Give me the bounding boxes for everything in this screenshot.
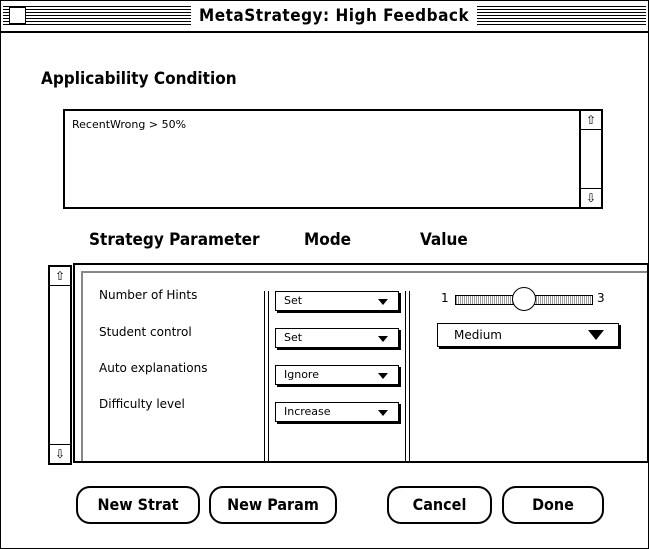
mode-value: Increase <box>284 405 331 418</box>
up-arrow-icon[interactable]: ⇧ <box>50 267 70 286</box>
param-label-number-of-hints: Number of Hints <box>99 288 198 302</box>
new-strat-button[interactable]: New Strat <box>76 486 200 524</box>
condition-scrollbar[interactable]: ⇧ ⇩ <box>579 109 603 209</box>
triangle-down-icon <box>588 330 604 340</box>
triangle-down-icon <box>378 299 388 305</box>
metastrategy-window: MetaStrategy: High Feedback Applicabilit… <box>0 0 649 549</box>
up-arrow-icon[interactable]: ⇧ <box>581 111 601 130</box>
parameter-panel: Number of Hints Student control Auto exp… <box>73 263 649 463</box>
down-arrow-icon[interactable]: ⇩ <box>581 188 601 207</box>
slider-max-label: 3 <box>597 291 605 305</box>
mode-value: Ignore <box>284 368 319 381</box>
slider-min-label: 1 <box>441 291 449 305</box>
mode-dropdown-number-of-hints[interactable]: Set <box>275 291 399 311</box>
triangle-down-icon <box>378 410 388 416</box>
new-param-button[interactable]: New Param <box>209 486 337 524</box>
column-divider <box>264 291 269 461</box>
mode-value: Set <box>284 331 303 344</box>
cancel-button[interactable]: Cancel <box>387 486 492 524</box>
applicability-heading: Applicability Condition <box>41 69 237 89</box>
mode-value: Set <box>284 294 303 307</box>
window-title: MetaStrategy: High Feedback <box>191 4 478 28</box>
student-control-value: Medium <box>454 328 502 342</box>
applicability-condition-field[interactable]: RecentWrong > 50% ⇧ ⇩ <box>63 109 603 209</box>
mode-heading: Mode <box>304 230 352 250</box>
param-label-auto-explanations: Auto explanations <box>99 361 208 375</box>
strategy-parameter-heading: Strategy Parameter <box>89 230 260 250</box>
triangle-down-icon <box>378 373 388 379</box>
param-label-student-control: Student control <box>99 325 192 339</box>
hints-slider-thumb[interactable] <box>512 287 536 311</box>
parameter-panel-inner: Number of Hints Student control Auto exp… <box>81 271 647 461</box>
down-arrow-icon[interactable]: ⇩ <box>50 444 70 463</box>
student-control-value-dropdown[interactable]: Medium <box>437 323 619 347</box>
column-divider <box>405 291 410 461</box>
done-button[interactable]: Done <box>502 486 604 524</box>
mode-dropdown-student-control[interactable]: Set <box>275 328 399 348</box>
title-bar[interactable]: MetaStrategy: High Feedback <box>1 1 648 33</box>
param-label-difficulty-level: Difficulty level <box>99 397 185 411</box>
close-box-icon[interactable] <box>9 7 26 24</box>
value-heading: Value <box>420 230 468 250</box>
mode-dropdown-difficulty-level[interactable]: Increase <box>275 402 399 422</box>
mode-dropdown-auto-explanations[interactable]: Ignore <box>275 365 399 385</box>
triangle-down-icon <box>378 336 388 342</box>
condition-text[interactable]: RecentWrong > 50% <box>72 118 186 131</box>
parameter-list-scrollbar[interactable]: ⇧ ⇩ <box>48 265 72 465</box>
